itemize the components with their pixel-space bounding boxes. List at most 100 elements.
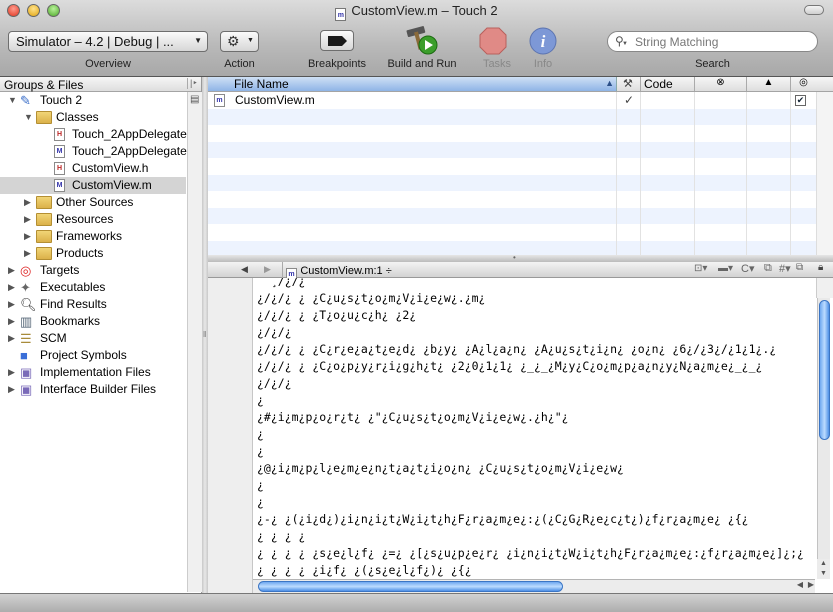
sidebar-item-find-results[interactable]: ▶ 🔍︎ Find Results: [0, 296, 186, 313]
disclosure-closed-icon[interactable]: ▶: [8, 381, 15, 398]
sidebar-item-customview-h[interactable]: H CustomView.h: [0, 160, 186, 177]
table-row[interactable]: m CustomView.m ✓ ✔: [208, 92, 816, 109]
file-list-scrollbar[interactable]: [816, 92, 833, 259]
breakpoint-arrow-icon: [328, 36, 347, 46]
search-field[interactable]: ⚲ ▼ String Matching: [607, 31, 818, 52]
target-icon: ◎: [20, 263, 32, 278]
editor-splitter[interactable]: •: [208, 253, 833, 262]
sidebar-item-label: Frameworks: [56, 229, 123, 243]
sidebar-item-label: Touch_2AppDelegate.: [72, 127, 191, 141]
horizontal-scroll-thumb[interactable]: [258, 581, 563, 592]
groups-and-files-sidebar: Groups & Files |‣ ▼ ✎ Touch 2 ▼ Classes H Touc…: [0, 77, 202, 593]
sidebar-item-scm[interactable]: ▶ ☰ SCM: [0, 330, 186, 347]
editor-split-control[interactable]: [816, 278, 833, 298]
tasks-stop-button[interactable]: [479, 27, 507, 55]
vertical-scroll-arrows[interactable]: ▲ ▼: [817, 559, 830, 579]
sidebar-item-label: Classes: [56, 110, 99, 124]
disclosure-closed-icon[interactable]: ▶: [8, 262, 15, 279]
warnings-column-icon[interactable]: ▲: [746, 77, 790, 91]
disclosure-closed-icon[interactable]: ▶: [8, 296, 15, 313]
build-and-run-button[interactable]: [404, 24, 440, 56]
sidebar-item-label: SCM: [40, 331, 67, 345]
folder-icon: [36, 196, 52, 209]
lock-icon[interactable]: 🔒︎: [818, 262, 823, 273]
disclosure-closed-icon[interactable]: ▶: [24, 245, 31, 262]
window-title-text: CustomView.m – Touch 2: [351, 3, 498, 18]
disclosure-closed-icon[interactable]: ▶: [24, 211, 31, 228]
build-status-icon[interactable]: ⚒: [623, 77, 633, 90]
sidebar-item-label: CustomView.m: [72, 178, 152, 192]
sidebar-item-label: Products: [56, 246, 104, 260]
sidebar-item-frameworks[interactable]: ▶ Frameworks: [0, 228, 186, 245]
disclosure-closed-icon[interactable]: ▶: [8, 330, 15, 347]
disclosure-closed-icon[interactable]: ▶: [8, 279, 15, 296]
smart-group-icon: ▣: [20, 365, 33, 380]
build-and-run-label: Build and Run: [387, 58, 457, 70]
sidebar-item-classes[interactable]: ▼ Classes: [0, 109, 186, 126]
code-line: ¿/¿/¿: [257, 325, 292, 339]
sidebar-item-products[interactable]: ▶ Products: [0, 245, 186, 262]
sidebar-item-targets[interactable]: ▶ ◎ Targets: [0, 262, 186, 279]
editor-vertical-scrollbar[interactable]: [817, 298, 830, 574]
disclosure-closed-icon[interactable]: ▶: [24, 228, 31, 245]
scroll-left-arrow-icon[interactable]: ◀: [797, 580, 803, 589]
window-toolbar: m CustomView.m – Touch 2 Simulator – 4.2 …: [0, 0, 833, 77]
vertical-scroll-thumb[interactable]: [819, 300, 830, 440]
breakpoints-popup-icon[interactable]: ▬▾: [718, 263, 733, 274]
sidebar-item-implementation-files[interactable]: ▶ ▣ Implementation Files: [0, 364, 186, 381]
target-column-icon[interactable]: ◎: [790, 77, 816, 91]
code-editor[interactable]: ˘ ¸/¿/¿ ¿/¿/¿ ¿ ¿C¿u¿s¿t¿o¿m¿V¿i¿e¿w¿.¿m¿…: [208, 278, 833, 593]
back-arrow-icon[interactable]: ◀: [241, 264, 248, 275]
file-name-cell: CustomView.m: [235, 93, 315, 107]
column-resize-icon[interactable]: |‣: [187, 78, 198, 89]
sidebar-item-customview-m[interactable]: M CustomView.m: [0, 177, 186, 194]
sidebar-item-touch-2appdelegate[interactable]: M Touch_2AppDelegate.: [0, 143, 190, 160]
code-line: ¿#¿i¿m¿p¿o¿r¿t¿ ¿"¿C¿u¿s¿t¿o¿m¿V¿i¿e¿w¿.…: [257, 410, 569, 424]
class-hierarchy-popup-icon[interactable]: C▾: [741, 262, 754, 275]
split-editor-icon[interactable]: ⧉: [796, 262, 803, 273]
counterpart-icon[interactable]: ⧉: [764, 262, 772, 275]
editor-horizontal-scrollbar[interactable]: ◀ ▶: [253, 579, 815, 593]
sidebar-item-executables[interactable]: ▶ ✦ Executables: [0, 279, 186, 296]
folder-icon: [36, 213, 52, 226]
target-checkbox[interactable]: ✔: [795, 95, 806, 106]
svg-text:i: i: [541, 32, 546, 51]
action-menu-button[interactable]: ⚙ ▼: [220, 31, 259, 52]
toolbar-toggle-button[interactable]: [804, 5, 824, 15]
disclosure-open-icon[interactable]: ▼: [8, 92, 17, 109]
code-line: ¿: [257, 393, 264, 407]
sidebar-item-label: Project Symbols: [40, 348, 127, 362]
folder-icon: [36, 247, 52, 260]
sidebar-item-touch-2appdelegate[interactable]: H Touch_2AppDelegate.: [0, 126, 190, 143]
disclosure-closed-icon[interactable]: ▶: [24, 194, 31, 211]
chevron-down-icon: ▼: [247, 37, 254, 44]
sidebar-item-other-sources[interactable]: ▶ Other Sources: [0, 194, 186, 211]
info-button[interactable]: i: [529, 27, 557, 55]
overview-scheme-popup[interactable]: Simulator – 4.2 | Debug | ... ▼: [8, 31, 208, 52]
sidebar-item-bookmarks[interactable]: ▶ ▥ Bookmarks: [0, 313, 186, 330]
bookmarks-popup-icon[interactable]: ⊡▾: [694, 263, 707, 274]
sidebar-item-interface-builder-files[interactable]: ▶ ▣ Interface Builder Files: [0, 381, 186, 398]
forward-arrow-icon[interactable]: ▶: [264, 264, 271, 275]
sidebar-item-touch-2[interactable]: ▼ ✎ Touch 2: [0, 92, 186, 109]
breakpoints-button[interactable]: [320, 30, 354, 51]
chevron-down-icon: ▼: [194, 36, 202, 45]
code-column-header[interactable]: Code: [640, 77, 694, 91]
errors-column-icon[interactable]: ⊗: [694, 77, 746, 91]
code-line: ¿ ¿ ¿ ¿ ¿i¿f¿ ¿(¿s¿e¿l¿f¿)¿ ¿{¿: [257, 563, 472, 577]
disclosure-open-icon[interactable]: ▼: [24, 109, 33, 126]
scroll-right-arrow-icon[interactable]: ▶: [808, 580, 814, 589]
file-name-column-header[interactable]: File Name ▲: [208, 77, 617, 91]
sidebar-item-project-symbols[interactable]: ■ Project Symbols: [0, 347, 186, 364]
disclosure-closed-icon[interactable]: ▶: [8, 364, 15, 381]
sidebar-header: Groups & Files |‣: [0, 77, 201, 92]
editor-gutter[interactable]: [208, 278, 253, 593]
code-header-label: Code: [644, 77, 673, 91]
disclosure-closed-icon[interactable]: ▶: [8, 313, 15, 330]
breakpoints-label: Breakpoints: [307, 58, 367, 70]
include-menu-icon[interactable]: #▾: [779, 262, 791, 275]
gear-icon: ⚙: [227, 33, 240, 49]
sidebar-item-resources[interactable]: ▶ Resources: [0, 211, 186, 228]
file-history-popup[interactable]: m CustomView.m:1 ÷: [286, 263, 392, 281]
sidebar-detail-toggle[interactable]: ▤: [187, 92, 202, 592]
